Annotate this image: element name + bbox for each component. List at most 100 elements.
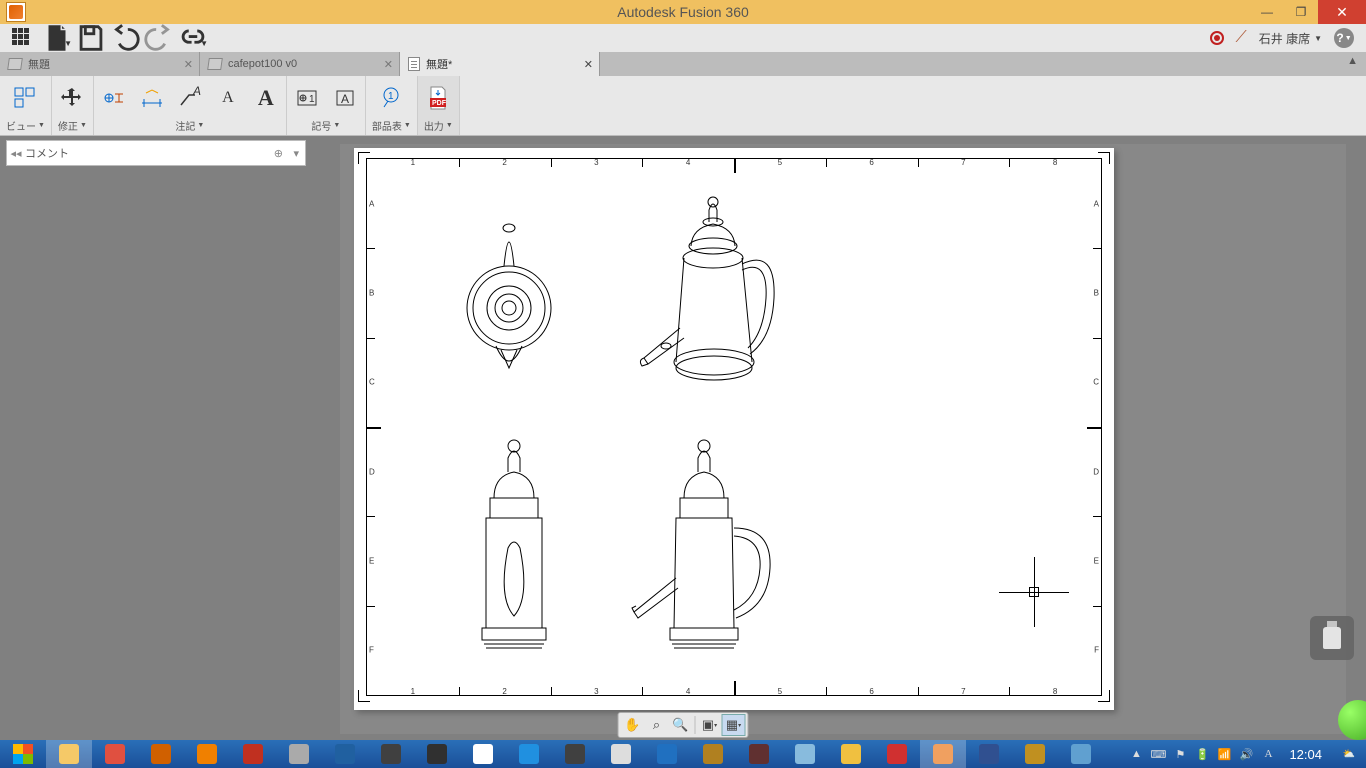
- fit-icon[interactable]: ▣▾: [698, 714, 722, 736]
- taskbar-item-earth[interactable]: [322, 740, 368, 768]
- view-front[interactable]: [454, 428, 574, 658]
- taskbar-item-bluearrow[interactable]: [506, 740, 552, 768]
- display-icon[interactable]: ▦▾: [722, 714, 746, 736]
- taskbar-item-media[interactable]: [184, 740, 230, 768]
- taskbar-item-app1[interactable]: [368, 740, 414, 768]
- taskbar-item-photos[interactable]: [1058, 740, 1104, 768]
- expand-icon[interactable]: ▾: [293, 147, 299, 160]
- tray-up-icon[interactable]: ▲: [1129, 747, 1143, 761]
- view-iso[interactable]: [614, 188, 794, 398]
- device-notification[interactable]: [1310, 616, 1354, 660]
- help-button[interactable]: ?▼: [1334, 28, 1354, 48]
- group-label[interactable]: 注記▼: [175, 118, 204, 135]
- tray-network-icon[interactable]: 📶: [1217, 747, 1231, 761]
- minimize-button[interactable]: —: [1250, 0, 1284, 24]
- taskbar-item-eye[interactable]: [414, 740, 460, 768]
- col-tick-label: 7: [961, 158, 965, 167]
- view-side[interactable]: [614, 428, 794, 658]
- tab-label: 無題*: [426, 56, 452, 72]
- tray-keyboard-icon[interactable]: ⌨: [1151, 747, 1165, 761]
- move-icon[interactable]: [58, 84, 86, 112]
- ribbon-group-modify: 修正▼: [52, 76, 94, 135]
- tab-close-icon[interactable]: ✕: [184, 58, 193, 71]
- taskbar-item-app3[interactable]: [1012, 740, 1058, 768]
- group-label[interactable]: 修正▼: [58, 118, 87, 135]
- taskbar-item-word[interactable]: [966, 740, 1012, 768]
- tray-ime-icon[interactable]: A: [1261, 747, 1275, 761]
- row-tick-label: A: [1094, 199, 1099, 208]
- file-menu-button[interactable]: ▼: [40, 26, 74, 50]
- zoom-window-icon[interactable]: ⌕: [645, 714, 669, 736]
- taskbar-item-swirl[interactable]: [552, 740, 598, 768]
- taskbar-item-start[interactable]: [0, 740, 46, 768]
- maximize-button[interactable]: ❐: [1284, 0, 1318, 24]
- record-icon[interactable]: [1210, 31, 1224, 45]
- balloon-icon[interactable]: 1: [377, 84, 405, 112]
- taskbar-item-sketchup[interactable]: [230, 740, 276, 768]
- view-top[interactable]: [454, 208, 564, 378]
- gdnt-icon[interactable]: A: [331, 84, 359, 112]
- group-label[interactable]: 部品表▼: [372, 118, 411, 135]
- taskbar-item-office[interactable]: [138, 740, 184, 768]
- taskbar-item-folder2[interactable]: [690, 740, 736, 768]
- user-menu[interactable]: 石井 康席▼: [1259, 30, 1322, 47]
- undo-button[interactable]: [108, 26, 142, 50]
- link-button[interactable]: ▼: [176, 26, 210, 50]
- col-tick-label: 2: [502, 687, 506, 696]
- zoom-icon[interactable]: 🔍: [669, 714, 693, 736]
- group-label[interactable]: 出力▼: [424, 118, 453, 135]
- pdf-icon[interactable]: PDF: [424, 84, 452, 112]
- tab-close-icon[interactable]: ✕: [384, 58, 393, 71]
- drawing-canvas[interactable]: 1122334455667788AABBCCDDEEFF: [340, 144, 1346, 734]
- model-icon: [207, 58, 223, 70]
- comments-panel[interactable]: ◂◂ コメント ⊕ ▾: [6, 140, 306, 166]
- tray-flag-icon[interactable]: ⚑: [1173, 747, 1187, 761]
- sheet-icon: [408, 57, 420, 71]
- tab-close-icon[interactable]: ✕: [584, 58, 593, 71]
- datum-icon[interactable]: 1: [293, 84, 321, 112]
- dimension-target-icon[interactable]: [100, 84, 128, 112]
- dimension-line-icon[interactable]: [138, 84, 166, 112]
- row-tick-label: F: [1094, 646, 1099, 655]
- taskbar-item-camera[interactable]: [92, 740, 138, 768]
- taskbar-item-app2[interactable]: [782, 740, 828, 768]
- weather-icon[interactable]: ⛅: [1336, 743, 1362, 765]
- col-tick-label: 4: [686, 158, 690, 167]
- leader-icon[interactable]: A: [176, 84, 204, 112]
- taskbar-item-yellow[interactable]: [828, 740, 874, 768]
- taskbar-item-fusion[interactable]: [920, 740, 966, 768]
- taskbar-item-grid[interactable]: [598, 740, 644, 768]
- offline-icon[interactable]: ⟋: [1236, 29, 1247, 47]
- doc-tab-2[interactable]: cafepot100 v0 ✕: [200, 52, 400, 76]
- taskbar-item-opera[interactable]: [874, 740, 920, 768]
- tab-label: 無題: [28, 56, 50, 72]
- row-tick-label: C: [1093, 378, 1099, 387]
- taskbar-item-chrome[interactable]: [460, 740, 506, 768]
- taskbar-item-explorer[interactable]: [46, 740, 92, 768]
- corner-notification[interactable]: [1338, 700, 1366, 740]
- taskbar-item-sphere[interactable]: [736, 740, 782, 768]
- group-label[interactable]: ビュー▼: [6, 118, 45, 135]
- group-label[interactable]: 記号▼: [311, 118, 340, 135]
- projected-view-icon[interactable]: [11, 84, 39, 112]
- save-button[interactable]: [74, 26, 108, 50]
- redo-button[interactable]: [142, 26, 176, 50]
- col-tick-label: 8: [1053, 158, 1057, 167]
- comment-collapse-icon[interactable]: ◂◂: [7, 147, 25, 160]
- ribbon: ビュー▼ 修正▼ A A A 注記▼ 1: [0, 76, 1366, 136]
- clock[interactable]: 12:04: [1283, 747, 1328, 762]
- pan-icon[interactable]: ✋: [621, 714, 645, 736]
- tray-volume-icon[interactable]: 🔊: [1239, 747, 1253, 761]
- taskbar-item-generic1[interactable]: [276, 740, 322, 768]
- taskbar-item-checkbox[interactable]: [644, 740, 690, 768]
- ribbon-collapse-icon[interactable]: ▲: [1347, 55, 1358, 67]
- text-small-icon[interactable]: A: [214, 84, 242, 112]
- doc-tab-1[interactable]: 無題 ✕: [0, 52, 200, 76]
- apps-grid-icon[interactable]: [12, 28, 32, 48]
- tray-battery-icon[interactable]: 🔋: [1195, 747, 1209, 761]
- doc-tab-3[interactable]: 無題* ✕: [400, 52, 600, 76]
- add-comment-icon[interactable]: ⊕: [274, 147, 283, 160]
- text-large-icon[interactable]: A: [252, 84, 280, 112]
- system-tray: ▲ ⌨ ⚑ 🔋 📶 🔊 A 12:04 ⛅: [1129, 743, 1362, 765]
- close-button[interactable]: ✕: [1318, 0, 1366, 24]
